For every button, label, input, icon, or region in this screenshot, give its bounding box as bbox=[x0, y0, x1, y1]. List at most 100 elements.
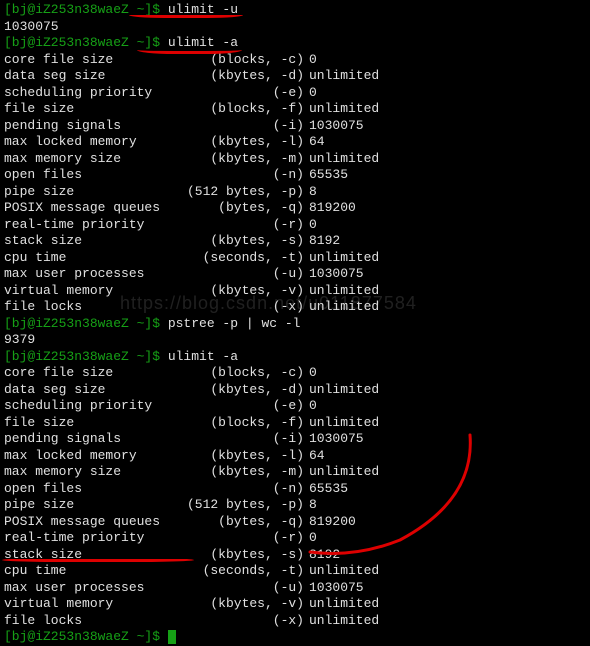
ulimit-unit: (seconds, -t) bbox=[179, 250, 304, 267]
prompt-line-3: [bj@iZ253n38waeZ ~]$ pstree -p | wc -l bbox=[4, 316, 586, 333]
ulimit-name: file locks bbox=[4, 613, 179, 630]
ulimit-row: real-time priority(-r)0 bbox=[4, 217, 586, 234]
ulimit-value: 0 bbox=[304, 52, 317, 69]
terminal-output[interactable]: [bj@iZ253n38waeZ ~]$ ulimit -u 1030075 [… bbox=[4, 2, 586, 646]
ulimit-row: max memory size(kbytes, -m)unlimited bbox=[4, 151, 586, 168]
ulimit-value: 0 bbox=[304, 365, 317, 382]
ulimit-unit: (kbytes, -m) bbox=[179, 151, 304, 168]
ulimit-name: virtual memory bbox=[4, 283, 179, 300]
ulimit-row: file size(blocks, -f)unlimited bbox=[4, 415, 586, 432]
ulimit-name: core file size bbox=[4, 52, 179, 69]
ulimit-value: 819200 bbox=[304, 514, 356, 531]
ulimit-unit: (blocks, -c) bbox=[179, 365, 304, 382]
prompt-host: [bj@iZ253n38waeZ ~]$ bbox=[4, 316, 168, 331]
ulimit-name: data seg size bbox=[4, 382, 179, 399]
ulimit-value: 1030075 bbox=[304, 118, 364, 135]
prompt-host: [bj@iZ253n38waeZ ~]$ bbox=[4, 349, 168, 364]
ulimit-row: max user processes(-u)1030075 bbox=[4, 266, 586, 283]
ulimit-name: file size bbox=[4, 101, 179, 118]
prompt-line-1: [bj@iZ253n38waeZ ~]$ ulimit -u bbox=[4, 2, 586, 19]
ulimit-unit: (512 bytes, -p) bbox=[179, 184, 304, 201]
annotation-underline-1 bbox=[129, 12, 243, 18]
ulimit-row: file locks(-x)unlimited bbox=[4, 299, 586, 316]
ulimit-value: 0 bbox=[304, 398, 317, 415]
ulimit-name: file size bbox=[4, 415, 179, 432]
ulimit-name: pending signals bbox=[4, 431, 179, 448]
ulimit-row: POSIX message queues(bytes, -q)819200 bbox=[4, 200, 586, 217]
ulimit-value: 0 bbox=[304, 530, 317, 547]
ulimit-unit: (kbytes, -d) bbox=[179, 68, 304, 85]
ulimit-row: file locks(-x)unlimited bbox=[4, 613, 586, 630]
ulimit-name: max locked memory bbox=[4, 134, 179, 151]
ulimit-value: unlimited bbox=[304, 563, 379, 580]
ulimit-name: open files bbox=[4, 167, 179, 184]
prompt-cmd: pstree -p | wc -l bbox=[168, 316, 301, 331]
ulimit-row: pending signals(-i)1030075 bbox=[4, 431, 586, 448]
ulimit-unit: (-i) bbox=[179, 118, 304, 135]
ulimit-unit: (-e) bbox=[179, 85, 304, 102]
prompt-host: [bj@iZ253n38waeZ ~]$ bbox=[4, 629, 168, 644]
ulimit-value: 65535 bbox=[304, 167, 348, 184]
ulimit-row: pending signals(-i)1030075 bbox=[4, 118, 586, 135]
ulimit-value: unlimited bbox=[304, 68, 379, 85]
ulimit-row: virtual memory(kbytes, -v)unlimited bbox=[4, 596, 586, 613]
ulimit-value: 0 bbox=[304, 217, 317, 234]
ulimit-unit: (-u) bbox=[179, 580, 304, 597]
ulimit-row: open files(-n)65535 bbox=[4, 167, 586, 184]
ulimit-value: unlimited bbox=[304, 151, 379, 168]
ulimit-row: cpu time(seconds, -t)unlimited bbox=[4, 250, 586, 267]
ulimit-name: scheduling priority bbox=[4, 398, 179, 415]
ulimit-unit: (-n) bbox=[179, 167, 304, 184]
ulimit-name: real-time priority bbox=[4, 530, 179, 547]
ulimit-unit: (kbytes, -s) bbox=[179, 233, 304, 250]
ulimit-name: max memory size bbox=[4, 151, 179, 168]
ulimit-row: max locked memory(kbytes, -l)64 bbox=[4, 134, 586, 151]
ulimit-name: open files bbox=[4, 481, 179, 498]
ulimit-unit: (kbytes, -s) bbox=[179, 547, 304, 564]
prompt-line-4: [bj@iZ253n38waeZ ~]$ ulimit -a bbox=[4, 349, 586, 366]
prompt-line-5: [bj@iZ253n38waeZ ~]$ bbox=[4, 629, 586, 646]
ulimit-row: scheduling priority(-e)0 bbox=[4, 85, 586, 102]
ulimit-unit: (kbytes, -v) bbox=[179, 283, 304, 300]
ulimit-name: stack size bbox=[4, 233, 179, 250]
ulimit-row: file size(blocks, -f)unlimited bbox=[4, 101, 586, 118]
ulimit-unit: (-x) bbox=[179, 613, 304, 630]
annotation-underline-3 bbox=[2, 558, 194, 562]
ulimit-unit: (512 bytes, -p) bbox=[179, 497, 304, 514]
ulimit-unit: (blocks, -f) bbox=[179, 101, 304, 118]
ulimit-name: virtual memory bbox=[4, 596, 179, 613]
ulimit-value: unlimited bbox=[304, 250, 379, 267]
ulimit-unit: (seconds, -t) bbox=[179, 563, 304, 580]
ulimit-unit: (-r) bbox=[179, 530, 304, 547]
ulimit-unit: (-x) bbox=[179, 299, 304, 316]
ulimit-value: unlimited bbox=[304, 101, 379, 118]
ulimit-name: real-time priority bbox=[4, 217, 179, 234]
ulimit-row: max locked memory(kbytes, -l)64 bbox=[4, 448, 586, 465]
ulimit-value: 1030075 bbox=[304, 431, 364, 448]
ulimit-row: core file size(blocks, -c)0 bbox=[4, 365, 586, 382]
ulimit-value: unlimited bbox=[304, 415, 379, 432]
ulimit-value: unlimited bbox=[304, 464, 379, 481]
ulimit-name: file locks bbox=[4, 299, 179, 316]
ulimit-value: 65535 bbox=[304, 481, 348, 498]
ulimit-row: cpu time(seconds, -t)unlimited bbox=[4, 563, 586, 580]
ulimit-row: stack size(kbytes, -s)8192 bbox=[4, 233, 586, 250]
ulimit-unit: (bytes, -q) bbox=[179, 514, 304, 531]
ulimit-unit: (kbytes, -v) bbox=[179, 596, 304, 613]
ulimit-value: unlimited bbox=[304, 596, 379, 613]
ulimit-row: scheduling priority(-e)0 bbox=[4, 398, 586, 415]
ulimit-row: virtual memory(kbytes, -v)unlimited bbox=[4, 283, 586, 300]
ulimit-unit: (kbytes, -m) bbox=[179, 464, 304, 481]
ulimit-name: max user processes bbox=[4, 580, 179, 597]
ulimit-unit: (-i) bbox=[179, 431, 304, 448]
ulimit-unit: (-u) bbox=[179, 266, 304, 283]
ulimit-value: 1030075 bbox=[304, 266, 364, 283]
ulimit-value: 64 bbox=[304, 134, 325, 151]
cursor-icon bbox=[168, 630, 176, 644]
ulimit-name: max memory size bbox=[4, 464, 179, 481]
ulimit-name: data seg size bbox=[4, 68, 179, 85]
ulimit-row: max memory size(kbytes, -m)unlimited bbox=[4, 464, 586, 481]
ulimit-output-2: core file size(blocks, -c)0data seg size… bbox=[4, 365, 586, 629]
ulimit-name: max locked memory bbox=[4, 448, 179, 465]
ulimit-name: cpu time bbox=[4, 563, 179, 580]
